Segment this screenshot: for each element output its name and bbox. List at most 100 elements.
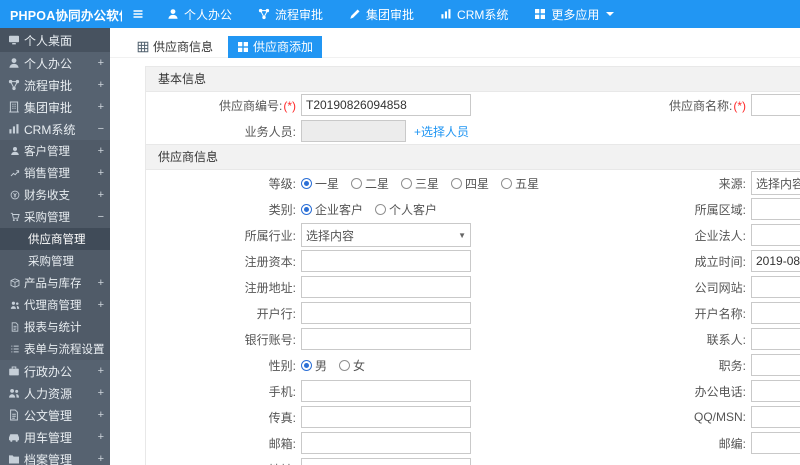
choose-person-link[interactable]: +选择人员 (414, 123, 469, 140)
expand-toggle-icon: + (97, 453, 104, 465)
sidebar-item-purchase-mgmt[interactable]: 采购管理 − (0, 206, 110, 228)
sidebar-item-form-flow-settings[interactable]: 表单与流程设置 + (0, 338, 110, 360)
sidebar-item-process-approval[interactable]: 流程审批 + (0, 74, 110, 96)
business-staff-input[interactable] (301, 120, 406, 142)
company-website-input[interactable] (751, 276, 800, 298)
form-cell: 注册地址: (146, 276, 566, 298)
form-cell: 职务: (566, 354, 800, 376)
postcode-input[interactable] (751, 432, 800, 454)
established-time-input[interactable] (751, 250, 800, 272)
industry-select[interactable]: 选择内容 ▼ (301, 223, 471, 247)
sidebar-item-product-inventory[interactable]: 产品与库存 + (0, 272, 110, 294)
sidebar-item-reports[interactable]: 报表与统计 (0, 316, 110, 338)
field-label-text: 成立时间: (694, 254, 746, 269)
gender-radio-group: 男女 (301, 357, 365, 374)
radio-label: 三星 (415, 176, 440, 191)
registered-address-input[interactable] (301, 276, 471, 298)
expand-toggle-icon: + (97, 365, 104, 377)
sidebar-item-label: 行政办公 (24, 364, 73, 379)
field-label-text: 联系人: (706, 332, 746, 347)
office-phone-input[interactable] (751, 380, 800, 402)
radio-icon (501, 177, 513, 189)
sidebar-item-purchase-mgmt-item[interactable]: 采购管理 (0, 250, 110, 272)
sidebar-item-label: 档案管理 (24, 452, 73, 465)
sidebar-item-sales-mgmt[interactable]: 销售管理 + (0, 162, 110, 184)
nav-item-0[interactable]: 个人办公 (154, 0, 245, 28)
sidebar-item-agent-mgmt[interactable]: 代理商管理 + (0, 294, 110, 316)
sidebar-item-vehicle-mgmt[interactable]: 用车管理 + (0, 426, 110, 448)
supplier-code-input[interactable] (301, 94, 471, 116)
radio-option[interactable]: 个人客户 (375, 201, 437, 218)
radio-icon (339, 359, 351, 371)
sidebar-item-group-approval[interactable]: 集团审批 + (0, 96, 110, 118)
bank-input[interactable] (301, 302, 471, 324)
radio-icon (401, 177, 413, 189)
sidebar-item-label: 报表与统计 (24, 322, 82, 334)
tab-supplier-info[interactable]: 供应商信息 (128, 36, 222, 58)
email-input[interactable] (301, 432, 471, 454)
mobile-input[interactable] (301, 380, 471, 402)
field-label-text: 注册资本: (244, 254, 296, 269)
address-input[interactable] (301, 458, 471, 465)
fax-input[interactable] (301, 406, 471, 428)
table-icon (137, 41, 149, 53)
radio-option[interactable]: 企业客户 (301, 201, 363, 218)
field-label-text: 所属区域: (694, 202, 746, 217)
source-select[interactable]: 选择内容▼ (751, 171, 800, 195)
purchase-icon (10, 212, 20, 222)
expand-toggle-icon: − (97, 123, 104, 135)
radio-label: 一星 (315, 176, 340, 191)
field-label: 注册资本: (146, 253, 301, 270)
qq-msn-input[interactable] (751, 406, 800, 428)
sidebar-item-label: 流程审批 (24, 78, 73, 93)
sidebar-item-doc-mgmt[interactable]: 公文管理 + (0, 404, 110, 426)
expand-toggle-icon: + (97, 387, 104, 399)
sidebar-item-label: 财务收支 (24, 190, 70, 202)
radio-option[interactable]: 二星 (351, 175, 389, 192)
tab-supplier-add[interactable]: 供应商添加 (228, 35, 323, 58)
form-cell: 办公电话: (566, 380, 800, 402)
radio-option[interactable]: 四星 (451, 175, 489, 192)
car-icon (8, 431, 20, 443)
nav-item-4[interactable]: 更多应用 (521, 0, 627, 28)
radio-option[interactable]: 一星 (301, 175, 339, 192)
position-input[interactable] (751, 354, 800, 376)
chevron-down-icon: ▼ (458, 230, 466, 240)
sidebar-item-supplier-mgmt[interactable]: 供应商管理 (0, 228, 110, 250)
radio-option[interactable]: 五星 (501, 175, 539, 192)
account-name-input[interactable] (751, 302, 800, 324)
form-cell: 企业法人: (566, 224, 800, 246)
sidebar-item-hr[interactable]: 人力资源 + (0, 382, 110, 404)
contact-input[interactable] (751, 328, 800, 350)
sidebar-item-finance[interactable]: 财务收支 + (0, 184, 110, 206)
sidebar-item-admin-office[interactable]: 行政办公 + (0, 360, 110, 382)
form-cell: 公司网站: (566, 276, 800, 298)
sidebar-item-desktop[interactable]: 个人桌面 (0, 28, 110, 52)
field-label: 开户名称: (566, 305, 751, 322)
customer-icon (10, 146, 20, 156)
supplier-name-input[interactable] (751, 94, 800, 116)
radio-icon (375, 203, 387, 215)
field-label: 等级: (146, 175, 301, 192)
bank-account-input[interactable] (301, 328, 471, 350)
sidebar-item-label: 产品与库存 (24, 278, 82, 290)
nav-item-3[interactable]: CRM系统 (427, 0, 521, 28)
radio-option[interactable]: 女 (339, 357, 365, 374)
sidebar-item-archive-mgmt[interactable]: 档案管理 + (0, 448, 110, 465)
field-label: QQ/MSN: (566, 410, 751, 424)
sidebar-item-label: 供应商管理 (28, 234, 86, 246)
sidebar-item-label: 客户管理 (24, 146, 70, 158)
radio-option[interactable]: 男 (301, 357, 327, 374)
menu-icon[interactable] (122, 0, 154, 28)
radio-option[interactable]: 三星 (401, 175, 439, 192)
nav-item-2[interactable]: 集团审批 (336, 0, 427, 28)
registered-capital-input[interactable] (301, 250, 471, 272)
sidebar-item-personal-office[interactable]: 个人办公 + (0, 52, 110, 74)
radio-icon (301, 359, 312, 371)
legal-person-input[interactable] (751, 224, 800, 246)
sidebar-item-customer-mgmt[interactable]: 客户管理 + (0, 140, 110, 162)
nav-item-1[interactable]: 流程审批 (245, 0, 336, 28)
select-value: 选择内容 (306, 228, 355, 243)
sidebar-item-crm-system[interactable]: CRM系统 − (0, 118, 110, 140)
region-input[interactable] (751, 198, 800, 220)
